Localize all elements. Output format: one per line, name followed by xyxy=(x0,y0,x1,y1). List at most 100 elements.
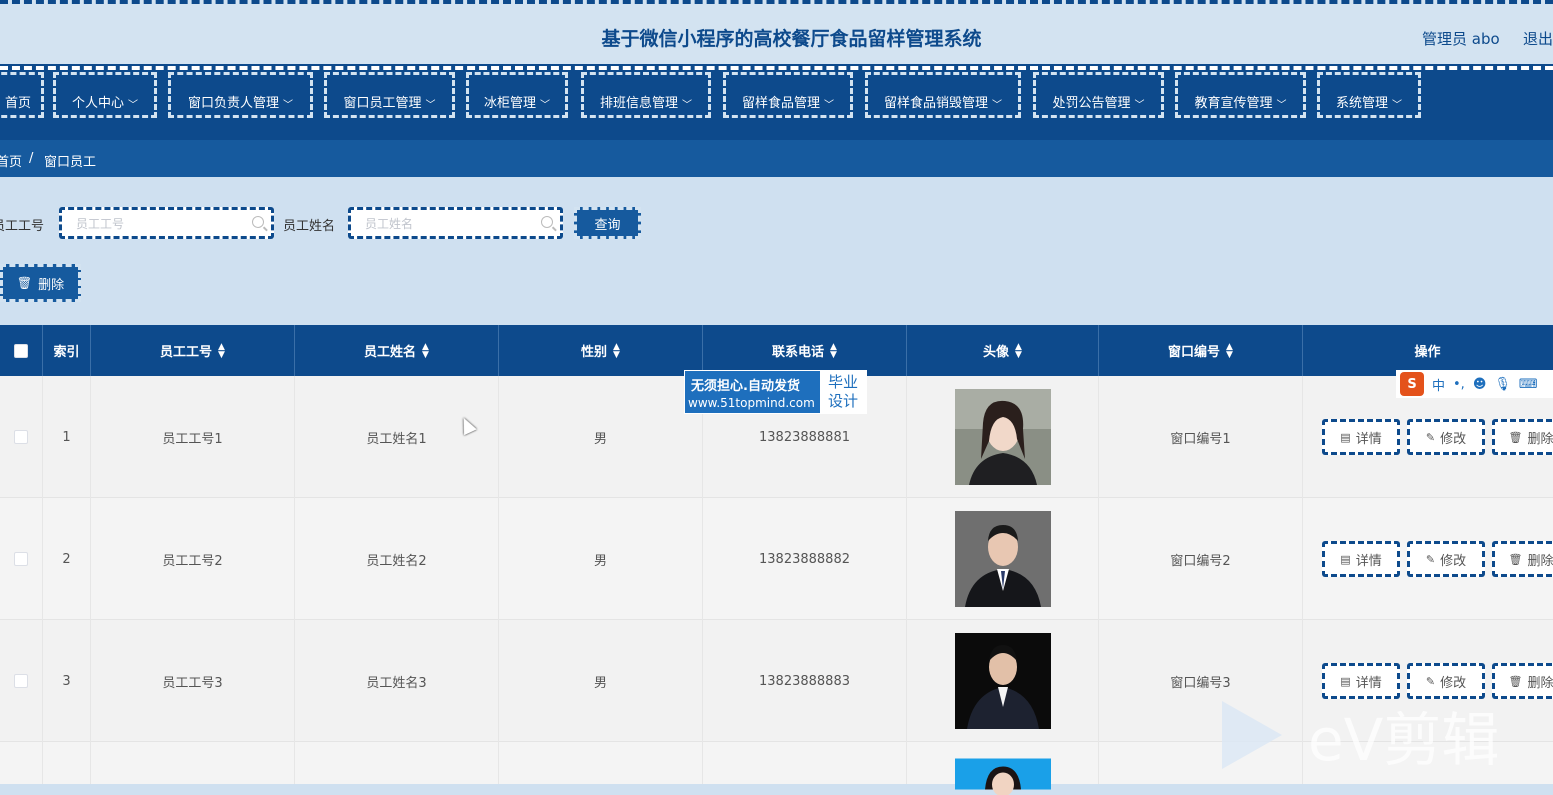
row-checkbox[interactable] xyxy=(14,674,28,688)
top-header: 基于微信小程序的高校餐厅食品留样管理系统 管理员 abo 退出 xyxy=(0,0,1553,68)
employee-name-input[interactable] xyxy=(363,216,537,232)
current-user[interactable]: 管理员 abo xyxy=(1422,28,1500,49)
nav-item-sample-destroy[interactable]: 留样食品销毁管理﹀ xyxy=(865,72,1021,118)
chevron-down-icon: ﹀ xyxy=(128,96,138,111)
avatar-cell xyxy=(907,742,1099,784)
chevron-down-icon: ﹀ xyxy=(1277,96,1287,111)
avatar[interactable] xyxy=(955,633,1051,729)
column-header-gender[interactable]: 性别▲▼ xyxy=(499,325,703,376)
avatar[interactable] xyxy=(955,511,1051,607)
edit-button[interactable]: ✎ 修改 xyxy=(1407,541,1485,577)
phone-cell: 13823888882 xyxy=(703,498,907,620)
chevron-down-icon: ﹀ xyxy=(682,96,692,111)
breadcrumb-home[interactable]: 首页 xyxy=(0,151,22,170)
row-select-cell xyxy=(0,376,43,498)
sort-icon[interactable]: ▲▼ xyxy=(830,343,837,359)
delete-label: 删除 xyxy=(1527,672,1553,691)
column-header-window[interactable]: 窗口编号 ▲▼ xyxy=(1099,325,1303,376)
column-header-avatar[interactable]: 头像▲▼ xyxy=(907,325,1099,376)
pencil-icon: ✎ xyxy=(1426,553,1435,566)
index-cell: 2 xyxy=(43,498,91,620)
logout-link[interactable]: 退出 xyxy=(1523,28,1553,49)
nav-item-sample-food[interactable]: 留样食品管理﹀ xyxy=(723,72,853,118)
ime-mode[interactable]: 中 xyxy=(1432,375,1445,394)
nav-item-window-staff[interactable]: 窗口员工管理﹀ xyxy=(324,72,455,118)
table-row: 2 员工工号2 员工姓名2 男 13823888882 窗口编号2 ▤详情 ✎修… xyxy=(0,498,1553,620)
detail-label: 详情 xyxy=(1356,428,1382,447)
emoji-icon[interactable]: ☻ xyxy=(1473,377,1487,392)
sogou-logo-icon: S xyxy=(1400,372,1424,396)
avatar[interactable] xyxy=(955,753,1051,795)
detail-label: 详情 xyxy=(1356,550,1382,569)
pencil-icon: ✎ xyxy=(1426,675,1435,688)
phone-cell: 13823888883 xyxy=(703,620,907,742)
select-all-checkbox[interactable] xyxy=(14,344,28,358)
header-label: 操作 xyxy=(1414,341,1440,360)
phone-cell xyxy=(703,742,907,784)
gender-cell: 男 xyxy=(499,620,703,742)
row-checkbox[interactable] xyxy=(14,430,28,444)
query-button[interactable]: 查询 xyxy=(574,207,641,239)
index-cell xyxy=(43,742,91,784)
select-all-cell xyxy=(0,325,43,376)
row-checkbox[interactable] xyxy=(14,552,28,566)
avatar[interactable] xyxy=(955,389,1051,485)
keyboard-icon[interactable]: ⌨ xyxy=(1519,377,1538,392)
employee-name-field[interactable] xyxy=(348,207,563,239)
column-header-employee-id[interactable]: 员工工号 ▲▼ xyxy=(91,325,295,376)
employee-id-input[interactable] xyxy=(74,216,248,232)
ime-toolbar[interactable]: S 中 •, ☻ 🎙 ⌨ xyxy=(1396,370,1553,398)
employee-name-cell: 员工姓名1 xyxy=(295,376,499,498)
trash-icon: 🗑 xyxy=(1509,431,1523,444)
nav-item-window-manager[interactable]: 窗口负责人管理﹀ xyxy=(168,72,313,118)
nav-label: 教育宣传管理 xyxy=(1194,92,1272,111)
actions-cell: ▤详情 ✎ 修改 🗑删除 xyxy=(1303,498,1553,620)
document-icon: ▤ xyxy=(1340,431,1350,444)
row-select-cell xyxy=(0,620,43,742)
search-icon xyxy=(541,216,553,228)
nav-item-home[interactable]: 首页 xyxy=(0,72,44,118)
column-header-actions: 操作 xyxy=(1303,325,1553,376)
delete-button[interactable]: 🗑删除 xyxy=(1492,663,1553,699)
nav-item-education[interactable]: 教育宣传管理 ﹀ xyxy=(1175,72,1306,118)
editor-brand: eV剪辑 xyxy=(1308,693,1499,777)
sort-icon[interactable]: ▲▼ xyxy=(422,343,429,359)
delete-button[interactable]: 🗑删除 xyxy=(1492,541,1553,577)
watermark-text: 无须担心.自动发货 xyxy=(691,375,800,394)
nav-label: 处罚公告管理 xyxy=(1052,92,1130,111)
edit-label: 修改 xyxy=(1440,672,1466,691)
edit-label: 修改 xyxy=(1440,550,1466,569)
sort-icon[interactable]: ▲▼ xyxy=(1015,343,1022,359)
header-label: 索引 xyxy=(53,341,79,360)
nav-label: 排班信息管理 xyxy=(600,92,678,111)
edit-button[interactable]: ✎修改 xyxy=(1407,419,1485,455)
detail-button[interactable]: ▤ 详情 xyxy=(1322,419,1400,455)
nav-item-penalty[interactable]: 处罚公告管理﹀ xyxy=(1033,72,1164,118)
sort-icon[interactable]: ▲▼ xyxy=(1226,343,1233,359)
batch-delete-button[interactable]: 🗑 删除 xyxy=(0,264,81,302)
nav-item-schedule[interactable]: 排班信息管理 ﹀ xyxy=(581,72,711,118)
nav-label: 窗口负责人管理 xyxy=(188,92,279,111)
gender-cell: 男 xyxy=(499,376,703,498)
nav-item-freezer[interactable]: 冰柜管理﹀ xyxy=(466,72,568,118)
nav-item-profile[interactable]: 个人中心﹀ xyxy=(53,72,157,118)
ime-punctuation[interactable]: •, xyxy=(1453,377,1465,392)
sort-icon[interactable]: ▲▼ xyxy=(613,343,620,359)
delete-button[interactable]: 🗑删除 xyxy=(1492,419,1553,455)
watermark-badge: 毕业设计 xyxy=(820,371,866,413)
sort-icon[interactable]: ▲▼ xyxy=(218,343,225,359)
microphone-icon[interactable]: 🎙 xyxy=(1494,377,1511,392)
system-title: 基于微信小程序的高校餐厅食品留样管理系统 xyxy=(0,24,1553,51)
column-header-employee-name[interactable]: 员工姓名▲▼ xyxy=(295,325,499,376)
nav-label: 窗口员工管理 xyxy=(343,92,421,111)
header-label: 窗口编号 xyxy=(1168,341,1220,360)
header-label: 联系电话 xyxy=(772,341,824,360)
employee-id-field[interactable] xyxy=(59,207,274,239)
avatar-cell xyxy=(907,498,1099,620)
detail-button[interactable]: ▤详情 xyxy=(1322,541,1400,577)
column-header-phone[interactable]: 联系电话 ▲▼ xyxy=(703,325,907,376)
chevron-down-icon: ﹀ xyxy=(1392,96,1402,111)
header-label: 员工工号 xyxy=(160,341,212,360)
nav-item-system[interactable]: 系统管理﹀ xyxy=(1317,72,1421,118)
gender-cell xyxy=(499,742,703,784)
